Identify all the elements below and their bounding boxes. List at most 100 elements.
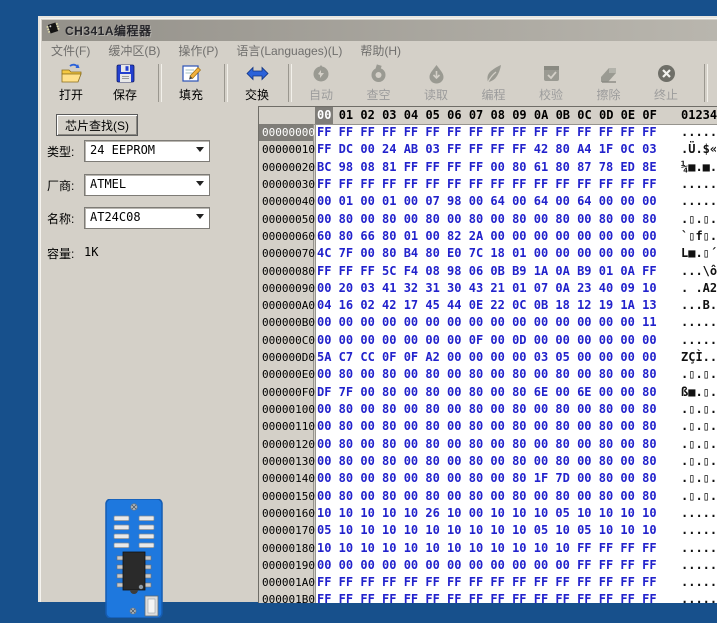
hex-row-bytes[interactable]: 00 01 00 01 00 07 98 00 64 00 64 00 64 0… — [317, 193, 657, 210]
hex-row-bytes[interactable]: 4C 7F 00 80 B4 80 E0 7C 18 01 00 00 00 0… — [317, 245, 657, 262]
vendor-combobox[interactable]: ATMEL — [84, 174, 210, 196]
hex-column-header-row: 0123456789ABCDEF 000102030405060708090A0… — [259, 107, 717, 125]
hex-row[interactable]: 0000010000 80 00 80 00 80 00 80 00 80 00… — [259, 401, 717, 418]
hex-row[interactable]: 0000012000 80 00 80 00 80 00 80 00 80 00… — [259, 436, 717, 453]
hex-row-bytes[interactable]: BC 98 08 81 FF FF FF FF 00 80 61 80 87 7… — [317, 159, 657, 176]
hex-row-bytes[interactable]: 00 80 00 80 00 80 00 80 00 80 00 80 00 8… — [317, 488, 657, 505]
hex-row-bytes[interactable]: 00 00 00 00 00 00 00 00 00 00 00 00 00 0… — [317, 314, 657, 331]
window-title: CH341A编程器 — [65, 22, 152, 39]
hex-row[interactable]: 000000C000 00 00 00 00 00 00 0F 00 0D 00… — [259, 332, 717, 349]
hex-row[interactable]: 0000019000 00 00 00 00 00 00 00 00 00 00… — [259, 557, 717, 574]
hex-row-address: 00000030 — [259, 176, 314, 193]
menu-item-4[interactable]: 帮助(H) — [351, 41, 410, 60]
hex-row-ascii: L■.▯´▯à| — [681, 245, 717, 262]
hex-row[interactable]: 0000018010 10 10 10 10 10 10 10 10 10 10… — [259, 540, 717, 557]
toolbar-button-label: 擦除 — [596, 86, 620, 103]
hex-row-bytes[interactable]: 00 80 00 80 00 80 00 80 00 80 00 80 00 8… — [317, 418, 657, 435]
hex-row[interactable]: 00000080FF FF FF 5C F4 08 98 06 0B B9 1A… — [259, 263, 717, 280]
hex-row-bytes[interactable]: FF FF FF FF FF FF FF FF FF FF FF FF FF F… — [317, 591, 657, 603]
hex-row-bytes[interactable]: 00 20 03 41 32 31 30 43 21 01 07 0A 23 4… — [317, 280, 657, 297]
hex-row[interactable]: 0000009000 20 03 41 32 31 30 43 21 01 07… — [259, 280, 717, 297]
toolbar-button-verify: 校验 — [526, 61, 576, 105]
hex-row[interactable]: 0000004000 01 00 01 00 07 98 00 64 00 64… — [259, 193, 717, 210]
chip-search-button[interactable]: 芯片查找(S) — [56, 114, 138, 136]
hex-row-address: 00000040 — [259, 193, 314, 210]
hex-row[interactable]: 000001A0FF FF FF FF FF FF FF FF FF FF FF… — [259, 574, 717, 591]
capacity-label: 容量: — [47, 245, 74, 262]
hex-row-ascii: ........ — [681, 591, 717, 603]
hex-column-header-02: 02 — [360, 107, 374, 124]
menu-item-0[interactable]: 文件(F) — [42, 41, 99, 60]
hex-row[interactable]: 0000016010 10 10 10 10 26 10 00 10 10 10… — [259, 505, 717, 522]
hex-row-bytes[interactable]: 00 00 00 00 00 00 00 00 00 00 00 00 FF F… — [317, 557, 657, 574]
menu-item-3[interactable]: 语言(Languages)(L) — [227, 41, 351, 60]
hex-row[interactable]: 0000017005 10 10 10 10 10 10 10 10 10 05… — [259, 522, 717, 539]
hex-row-bytes[interactable]: 00 00 00 00 00 00 00 0F 00 0D 00 00 00 0… — [317, 332, 657, 349]
hex-row-bytes[interactable]: 05 10 10 10 10 10 10 10 10 10 05 10 05 1… — [317, 522, 657, 539]
hex-row-bytes[interactable]: 60 80 66 80 01 00 82 2A 00 00 00 00 00 0… — [317, 228, 657, 245]
hex-row[interactable]: 0000011000 80 00 80 00 80 00 80 00 80 00… — [259, 418, 717, 435]
menu-item-1[interactable]: 缓冲区(B) — [99, 41, 169, 60]
hex-row[interactable]: 0000006060 80 66 80 01 00 82 2A 00 00 00… — [259, 228, 717, 245]
hex-row-ascii: .▯.▯.▯.▯ — [681, 366, 717, 383]
vendor-label: 厂商: — [47, 177, 74, 194]
hex-row-bytes[interactable]: 5A C7 CC 0F 0F A2 00 00 00 00 03 05 00 0… — [317, 349, 657, 366]
hex-row-bytes[interactable]: FF FF FF FF FF FF FF FF FF FF FF FF FF F… — [317, 574, 657, 591]
hex-row[interactable]: 00000020BC 98 08 81 FF FF FF FF 00 80 61… — [259, 159, 717, 176]
hex-row-bytes[interactable]: DF 7F 00 80 00 80 00 80 00 80 6E 00 6E 0… — [317, 384, 657, 401]
hex-row[interactable]: 00000030FF FF FF FF FF FF FF FF FF FF FF… — [259, 176, 717, 193]
hex-row-bytes[interactable]: FF FF FF 5C F4 08 98 06 0B B9 1A 0A B9 0… — [317, 263, 657, 280]
hex-row-ascii: ........ — [681, 540, 717, 557]
hex-column-header-0B: 0B — [556, 107, 570, 124]
hex-row-bytes[interactable]: 00 80 00 80 00 80 00 80 00 80 00 80 00 8… — [317, 366, 657, 383]
hex-row-bytes[interactable]: FF FF FF FF FF FF FF FF FF FF FF FF FF F… — [317, 176, 657, 193]
hex-row[interactable]: 000000B000 00 00 00 00 00 00 00 00 00 00… — [259, 314, 717, 331]
type-combobox[interactable]: 24 EEPROM — [84, 140, 210, 162]
hex-row[interactable]: 0000014000 80 00 80 00 80 00 80 00 80 1F… — [259, 470, 717, 487]
hex-row-bytes[interactable]: FF FF FF FF FF FF FF FF FF FF FF FF FF F… — [317, 124, 657, 141]
toolbar-button-label: 保存 — [113, 86, 137, 103]
hex-row-bytes[interactable]: 00 80 00 80 00 80 00 80 00 80 00 80 00 8… — [317, 436, 657, 453]
hex-row-address: 00000010 — [259, 141, 314, 158]
toolbar-button-label: 自动 — [309, 86, 333, 103]
toolbar-button-fill[interactable]: 填充 — [166, 61, 216, 105]
hex-row[interactable]: 000000D05A C7 CC 0F 0F A2 00 00 00 00 03… — [259, 349, 717, 366]
hex-row[interactable]: 00000010FF DC 00 24 AB 03 FF FF FF FF 42… — [259, 141, 717, 158]
menu-item-2[interactable]: 操作(P) — [169, 41, 227, 60]
toolbar-button-label: 填充 — [179, 86, 203, 103]
toolbar-button-swap[interactable]: 交换 — [232, 61, 282, 105]
hex-row-ascii: .▯.▯.▯.▯ — [681, 211, 717, 228]
hex-row-bytes[interactable]: 04 16 02 42 17 45 44 0E 22 0C 0B 18 12 1… — [317, 297, 657, 314]
erase-icon — [597, 62, 620, 85]
hex-row[interactable]: 0000015000 80 00 80 00 80 00 80 00 80 00… — [259, 488, 717, 505]
hex-row[interactable]: 000000F0DF 7F 00 80 00 80 00 80 00 80 6E… — [259, 384, 717, 401]
blank-check-icon — [367, 62, 390, 85]
title-bar[interactable]: CH341A编程器 — [42, 20, 717, 41]
toolbar-button-label: 交换 — [245, 86, 269, 103]
toolbar-button-stop: 终止 — [641, 61, 691, 105]
type-value: 24 EEPROM — [85, 141, 209, 159]
save-icon — [114, 62, 137, 85]
hex-row-bytes[interactable]: 10 10 10 10 10 10 10 10 10 10 10 10 FF F… — [317, 540, 657, 557]
hex-row-bytes[interactable]: 00 80 00 80 00 80 00 80 00 80 00 80 00 8… — [317, 211, 657, 228]
hex-row-bytes[interactable]: 00 80 00 80 00 80 00 80 00 80 1F 7D 00 8… — [317, 470, 657, 487]
hex-editor[interactable]: 0123456789ABCDEF 000102030405060708090A0… — [258, 106, 717, 603]
toolbar-button-save[interactable]: 保存 — [100, 61, 150, 105]
hex-row-address: 000000B0 — [259, 314, 314, 331]
hex-row[interactable]: 000001B0FF FF FF FF FF FF FF FF FF FF FF… — [259, 591, 717, 603]
hex-row-bytes[interactable]: 10 10 10 10 10 26 10 00 10 10 10 05 10 1… — [317, 505, 657, 522]
hex-row-bytes[interactable]: FF DC 00 24 AB 03 FF FF FF FF 42 80 A4 1… — [317, 141, 657, 158]
hex-row[interactable]: 0000005000 80 00 80 00 80 00 80 00 80 00… — [259, 211, 717, 228]
hex-row[interactable]: 000000704C 7F 00 80 B4 80 E0 7C 18 01 00… — [259, 245, 717, 262]
name-combobox[interactable]: AT24C08 — [84, 207, 210, 229]
hex-row[interactable]: 000000E000 80 00 80 00 80 00 80 00 80 00… — [259, 366, 717, 383]
chevron-down-icon — [196, 181, 204, 186]
hex-row[interactable]: 000000A004 16 02 42 17 45 44 0E 22 0C 0B… — [259, 297, 717, 314]
hex-row[interactable]: 00000000FF FF FF FF FF FF FF FF FF FF FF… — [259, 124, 717, 141]
toolbar-button-open-file[interactable]: 打开 — [46, 61, 96, 105]
program-icon — [482, 62, 505, 85]
hex-row-bytes[interactable]: 00 80 00 80 00 80 00 80 00 80 00 80 00 8… — [317, 401, 657, 418]
hex-row-bytes[interactable]: 00 80 00 80 00 80 00 80 00 80 00 80 00 8… — [317, 453, 657, 470]
hex-row[interactable]: 0000013000 80 00 80 00 80 00 80 00 80 00… — [259, 453, 717, 470]
hex-row-address: 00000190 — [259, 557, 314, 574]
